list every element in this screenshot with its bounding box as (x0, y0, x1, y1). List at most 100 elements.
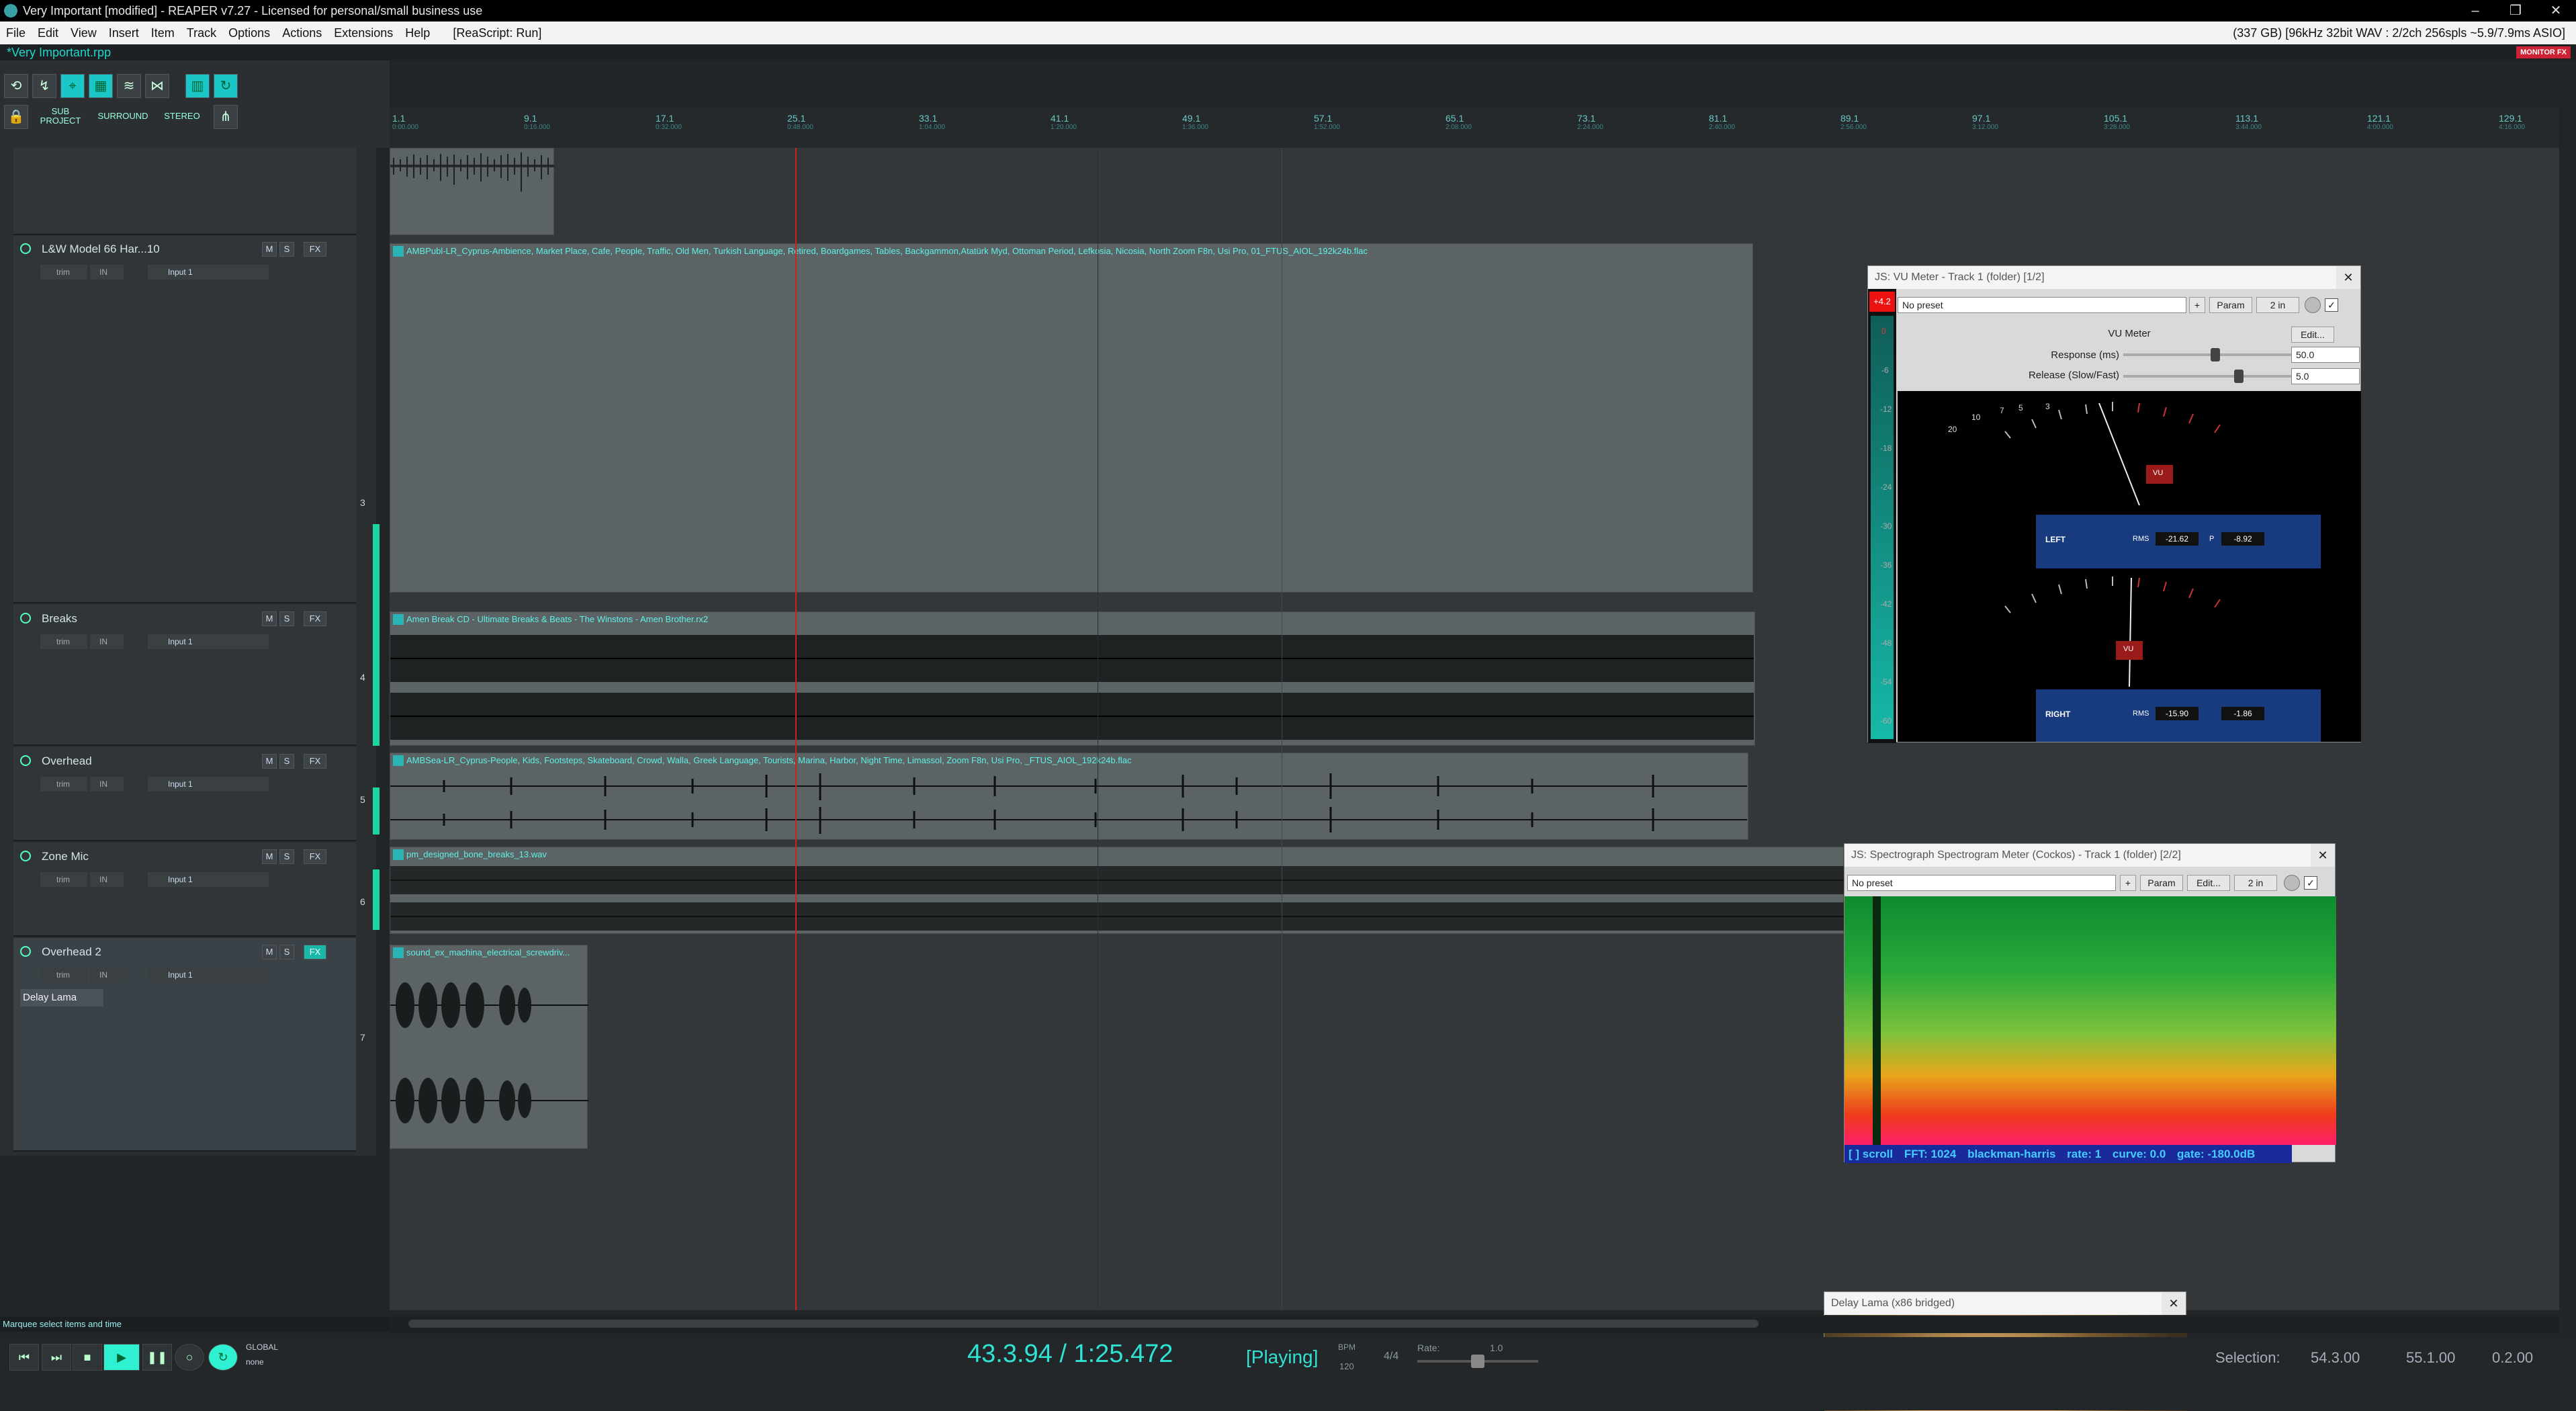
menu-actions[interactable]: Actions (276, 22, 328, 44)
spectrogram-window[interactable]: JS: Spectrograph Spectrogram Meter (Cock… (1844, 843, 2336, 1163)
global-automation-label[interactable]: GLOBAL (246, 1342, 278, 1352)
input-select[interactable]: Input 1 (148, 968, 269, 982)
input-monitor-button[interactable]: IN (90, 634, 124, 649)
metronome-icon[interactable]: ▥ (185, 74, 210, 98)
menu-edit[interactable]: Edit (32, 22, 64, 44)
record-arm-icon[interactable] (20, 851, 31, 861)
tuning-fork-icon[interactable]: ⋔ (214, 105, 238, 129)
play-icon[interactable]: ▶ (103, 1344, 140, 1371)
track-name[interactable]: Breaks (42, 610, 183, 628)
io-button[interactable]: 2 in (2256, 297, 2299, 313)
track-name[interactable]: Zone Mic (42, 848, 183, 865)
input-monitor-button[interactable]: IN (90, 265, 124, 280)
edit-button[interactable]: Edit... (2187, 875, 2230, 891)
snap-icon[interactable]: ⌖ (60, 74, 85, 98)
monitor-fx-button[interactable]: MONITOR FX (2516, 46, 2571, 58)
wet-knob-icon[interactable] (2305, 297, 2321, 313)
horizontal-scrollbar[interactable] (390, 1316, 2559, 1333)
bypass-checkbox[interactable]: ✓ (2304, 876, 2317, 890)
track-lw-model[interactable]: L&W Model 66 Har...10 M S FX trim IN Inp… (13, 235, 380, 685)
input-select[interactable]: Input 1 (148, 777, 269, 792)
solo-button[interactable]: S (279, 849, 294, 864)
rate-slider[interactable] (1417, 1355, 1538, 1368)
mute-button[interactable]: M (262, 242, 277, 257)
repeat-icon[interactable]: ↻ (208, 1344, 238, 1371)
menu-track[interactable]: Track (181, 22, 222, 44)
fx-button[interactable]: FX (304, 945, 326, 959)
spectrogram-settings-bar[interactable]: [ ] scroll FFT: 1024 blackman-harris rat… (1845, 1145, 2292, 1163)
media-item-amen-break[interactable]: Amen Break CD - Ultimate Breaks & Beats … (390, 611, 1755, 746)
trim-button[interactable]: trim (40, 265, 87, 280)
menu-item[interactable]: Item (145, 22, 181, 44)
window-close-icon[interactable]: ✕ (2311, 844, 2335, 867)
curve-value[interactable]: curve: 0.0 (2108, 1148, 2170, 1160)
record-icon[interactable]: ○ (175, 1344, 204, 1371)
scrollbar-thumb[interactable] (408, 1320, 1759, 1328)
sub-project-button[interactable]: SUB PROJECT (32, 105, 89, 128)
automation-mode[interactable]: none (246, 1357, 264, 1367)
trim-button[interactable]: trim (40, 777, 87, 792)
record-arm-icon[interactable] (20, 613, 31, 624)
fx-button[interactable]: FX (304, 611, 326, 626)
scroll-toggle[interactable]: [ ] scroll (1845, 1148, 1897, 1160)
media-item-ambience-sea[interactable]: AMBSea-LR_Cyprus-People, Kids, Footsteps… (390, 753, 1748, 840)
fft-size[interactable]: FFT: 1024 (1900, 1148, 1960, 1160)
input-select[interactable]: Input 1 (148, 872, 269, 887)
lock-icon[interactable]: 🔒 (4, 105, 28, 129)
track-name[interactable]: L&W Model 66 Har...10 (42, 241, 183, 258)
release-field[interactable]: 5.0 (2291, 368, 2360, 384)
folder-item[interactable] (390, 148, 555, 235)
selection-end[interactable]: 55.1.00 (2406, 1349, 2455, 1367)
preset-add-button[interactable]: + (2189, 297, 2205, 313)
go-to-end-icon[interactable]: ⏭ (42, 1344, 71, 1371)
grid-icon[interactable]: ▦ (89, 74, 113, 98)
param-button[interactable]: Param (2209, 297, 2252, 313)
window-close-icon[interactable]: ✕ (2336, 266, 2360, 289)
input-monitor-button[interactable]: IN (90, 777, 124, 792)
mute-button[interactable]: M (262, 754, 277, 769)
menu-file[interactable]: File (0, 22, 32, 44)
input-select[interactable]: Input 1 (148, 265, 269, 280)
preset-add-button[interactable]: + (2120, 875, 2136, 891)
rate-slider-thumb[interactable] (1471, 1355, 1484, 1368)
solo-button[interactable]: S (279, 945, 294, 959)
bypass-checkbox[interactable]: ✓ (2325, 298, 2338, 312)
clip-indicator[interactable]: +4.2 (1869, 292, 1895, 312)
media-item-electric-screwdriver[interactable]: sound_ex_machina_electrical_screwdriv... (390, 945, 588, 1149)
ripple-icon[interactable]: ↯ (32, 74, 56, 98)
close-button[interactable]: ✕ (2536, 0, 2576, 22)
trim-button[interactable]: trim (40, 968, 87, 982)
response-slider[interactable] (2123, 348, 2291, 361)
selection-start[interactable]: 54.3.00 (2311, 1349, 2360, 1367)
bpm-value[interactable]: 120 (1339, 1361, 1354, 1371)
vu-meter-title[interactable]: JS: VU Meter - Track 1 (folder) [1/2] (1868, 266, 2360, 289)
trim-button[interactable]: trim (40, 872, 87, 887)
menu-view[interactable]: View (64, 22, 103, 44)
param-button[interactable]: Param (2140, 875, 2183, 891)
trim-button[interactable]: trim (40, 634, 87, 649)
minimize-button[interactable]: – (2455, 0, 2495, 22)
preset-select[interactable]: No preset (1898, 297, 2186, 313)
vu-meter-window[interactable]: JS: VU Meter - Track 1 (folder) [1/2] ✕ … (1867, 265, 2361, 743)
menu-extensions[interactable]: Extensions (328, 22, 399, 44)
window-type[interactable]: blackman-harris (1963, 1148, 2059, 1160)
mute-button[interactable]: M (262, 945, 277, 959)
go-to-start-icon[interactable]: ⏮ (9, 1344, 39, 1371)
release-slider-thumb[interactable] (2234, 370, 2244, 383)
menu-insert[interactable]: Insert (103, 22, 145, 44)
track-zone-mic[interactable]: Zone Mic M S FX trim IN Input 1 6 (13, 843, 380, 937)
track-overhead[interactable]: Overhead M S FX trim IN Input 1 5 (13, 747, 380, 841)
release-slider[interactable] (2123, 370, 2291, 383)
media-item-bone-breaks[interactable]: pm_designed_bone_breaks_13.wav (390, 847, 1845, 934)
rate-value[interactable]: rate: 1 (2063, 1148, 2105, 1160)
spectrogram-title[interactable]: JS: Spectrograph Spectrogram Meter (Cock… (1845, 844, 2335, 867)
preset-select[interactable]: No preset (1847, 875, 2116, 891)
stop-icon[interactable]: ■ (73, 1344, 102, 1371)
time-signature[interactable]: 4/4 (1384, 1351, 1398, 1363)
solo-button[interactable]: S (279, 242, 294, 257)
envelope-icon[interactable]: ≋ (117, 74, 141, 98)
mute-button[interactable]: M (262, 849, 277, 864)
input-select[interactable]: Input 1 (148, 634, 269, 649)
repeat-icon[interactable]: ↻ (214, 74, 238, 98)
response-slider-thumb[interactable] (2210, 348, 2220, 361)
